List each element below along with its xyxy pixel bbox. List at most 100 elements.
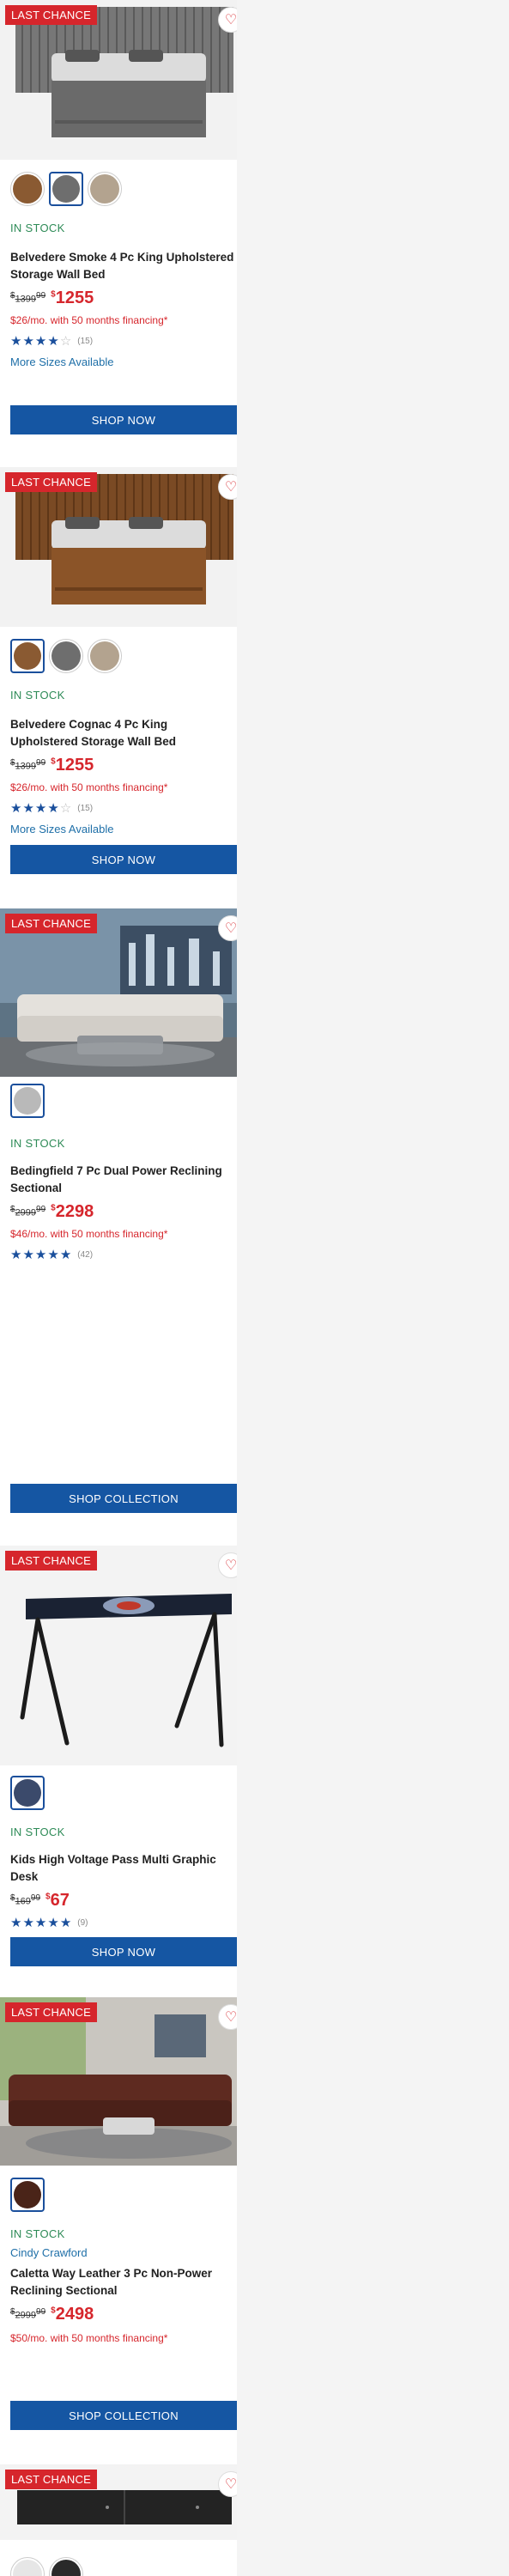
color-swatches <box>10 639 122 673</box>
product-name[interactable]: Belvedere Smoke 4 Pc King Upholstered St… <box>10 249 240 283</box>
star-icon: ★ <box>47 1916 59 1930</box>
price-row: $139999 $1255 <box>10 756 94 775</box>
product-listing-page: LAST CHANCE ♡ IN STOCK Belvedere Smoke 4… <box>0 0 509 2576</box>
product-image[interactable]: LAST CHANCE ♡ <box>0 2464 237 2540</box>
original-price: $299999 <box>10 2307 46 2321</box>
stock-status: IN STOCK <box>10 222 65 234</box>
product-image[interactable]: LAST CHANCE ♡ <box>0 467 237 627</box>
star-icon: ★ <box>59 1248 72 1262</box>
star-icon: ★ <box>10 334 22 349</box>
star-icon: ★ <box>22 334 34 349</box>
swatch-brown[interactable] <box>10 172 45 206</box>
last-chance-badge: LAST CHANCE <box>5 5 97 25</box>
shop-collection-button[interactable]: SHOP COLLECTION <box>10 2401 237 2430</box>
more-sizes-link[interactable]: More Sizes Available <box>10 823 113 835</box>
original-price: $139999 <box>10 291 46 305</box>
sale-price: $1255 <box>51 289 94 307</box>
star-icon: ★ <box>10 801 22 816</box>
swatch-graphic[interactable] <box>10 1776 45 1810</box>
sale-price: $67 <box>45 1891 70 1910</box>
product-card[interactable]: LAST CHANCE ♡ IN STOCK Belvedere Smoke 4… <box>0 0 237 464</box>
product-card[interactable]: LAST CHANCE ♡ <box>0 2464 237 2576</box>
price-row: $299999 $2498 <box>10 2305 94 2324</box>
product-name[interactable]: Belvedere Cognac 4 Pc King Upholstered S… <box>10 716 182 750</box>
original-price: $16999 <box>10 1893 41 1907</box>
original-price: $139999 <box>10 758 46 772</box>
stock-status: IN STOCK <box>10 1826 65 1838</box>
star-rating: ★ ★ ★ ★ ★ (9) <box>10 1915 88 1930</box>
heart-icon[interactable]: ♡ <box>218 2471 237 2497</box>
star-half-icon: ★ <box>59 1916 72 1930</box>
star-icon: ★ <box>34 801 47 816</box>
heart-icon[interactable]: ♡ <box>218 474 237 500</box>
heart-icon[interactable]: ♡ <box>218 2004 237 2030</box>
star-icon: ★ <box>47 1248 59 1262</box>
shop-now-button[interactable]: SHOP NOW <box>10 1937 237 1966</box>
swatch-brown[interactable] <box>10 639 45 673</box>
product-name[interactable]: Bedingfield 7 Pc Dual Power Reclining Se… <box>10 1163 233 1197</box>
heart-icon[interactable]: ♡ <box>218 7 237 33</box>
star-icon: ★ <box>22 1916 34 1930</box>
product-card[interactable]: LAST CHANCE ♡ IN STOCK Belvedere Cognac … <box>0 467 237 905</box>
swatch-light-gray[interactable] <box>10 1084 45 1118</box>
star-icon: ★ <box>47 334 59 349</box>
stock-status: IN STOCK <box>10 689 65 702</box>
financing-text: $26/mo. with 50 months financing* <box>10 781 168 793</box>
swatch-brown-leather[interactable] <box>10 2178 45 2212</box>
brand-name[interactable]: Cindy Crawford <box>10 2246 88 2259</box>
swatch-gray[interactable] <box>49 172 83 206</box>
sale-price: $1255 <box>51 756 94 775</box>
price-row: $139999 $1255 <box>10 289 94 308</box>
swatch-gray[interactable] <box>49 639 83 673</box>
original-price: $299999 <box>10 1205 46 1218</box>
product-image[interactable]: LAST CHANCE ♡ <box>0 908 237 1077</box>
swatch-black[interactable] <box>49 2557 83 2576</box>
star-icon: ★ <box>22 801 34 816</box>
heart-icon[interactable]: ♡ <box>218 1552 237 1578</box>
sectional-image <box>0 1997 237 2166</box>
stock-status: IN STOCK <box>10 1137 65 1150</box>
sale-price: $2298 <box>51 1202 94 1221</box>
review-count: (42) <box>77 1249 94 1260</box>
product-card[interactable]: LAST CHANCE ♡ IN STOCK Kids High Voltage… <box>0 1546 237 1992</box>
color-swatches <box>10 172 122 206</box>
financing-text: $26/mo. with 50 months financing* <box>10 314 168 326</box>
sectional-image <box>0 908 237 1077</box>
star-rating: ★ ★ ★ ★ ★ (42) <box>10 1247 93 1262</box>
last-chance-badge: LAST CHANCE <box>5 2002 97 2022</box>
star-empty-icon: ☆ <box>59 801 72 816</box>
stock-status: IN STOCK <box>10 2227 65 2240</box>
star-icon: ★ <box>47 801 59 816</box>
heart-icon[interactable]: ♡ <box>218 915 237 941</box>
review-count: (15) <box>77 336 94 346</box>
product-card[interactable]: LAST CHANCE ♡ IN STOCK Cindy Crawford Ca… <box>0 1997 237 2461</box>
color-swatches <box>10 1084 45 1118</box>
shop-now-button[interactable]: SHOP NOW <box>10 845 237 874</box>
shop-now-button[interactable]: SHOP NOW <box>10 405 237 434</box>
swatch-taupe[interactable] <box>88 172 122 206</box>
swatch-white[interactable] <box>10 2557 45 2576</box>
more-sizes-link[interactable]: More Sizes Available <box>10 355 113 368</box>
star-icon: ★ <box>34 1248 47 1262</box>
price-row: $16999 $67 <box>10 1891 70 1911</box>
swatch-taupe[interactable] <box>88 639 122 673</box>
product-name[interactable]: Kids High Voltage Pass Multi Graphic Des… <box>10 1851 235 1886</box>
financing-text: $50/mo. with 50 months financing* <box>10 2332 168 2344</box>
last-chance-badge: LAST CHANCE <box>5 472 97 492</box>
product-image[interactable]: LAST CHANCE ♡ <box>0 1546 237 1765</box>
sale-price: $2498 <box>51 2305 94 2324</box>
financing-text: $46/mo. with 50 months financing* <box>10 1228 168 1240</box>
product-card[interactable]: LAST CHANCE ♡ IN STOCK Bedingfield 7 Pc … <box>0 908 237 1544</box>
star-rating: ★ ★ ★ ★ ☆ (15) <box>10 800 93 816</box>
last-chance-badge: LAST CHANCE <box>5 914 97 933</box>
review-count: (9) <box>77 1917 88 1928</box>
star-rating: ★ ★ ★ ★ ☆ (15) <box>10 333 93 349</box>
product-image[interactable]: LAST CHANCE ♡ <box>0 0 237 160</box>
color-swatches <box>10 2557 83 2576</box>
desk-image <box>0 1546 237 1765</box>
product-image[interactable]: LAST CHANCE ♡ <box>0 1997 237 2166</box>
star-icon: ★ <box>10 1248 22 1262</box>
star-icon: ★ <box>10 1916 22 1930</box>
shop-collection-button[interactable]: SHOP COLLECTION <box>10 1484 237 1513</box>
product-name[interactable]: Caletta Way Leather 3 Pc Non-Power Recli… <box>10 2265 235 2300</box>
